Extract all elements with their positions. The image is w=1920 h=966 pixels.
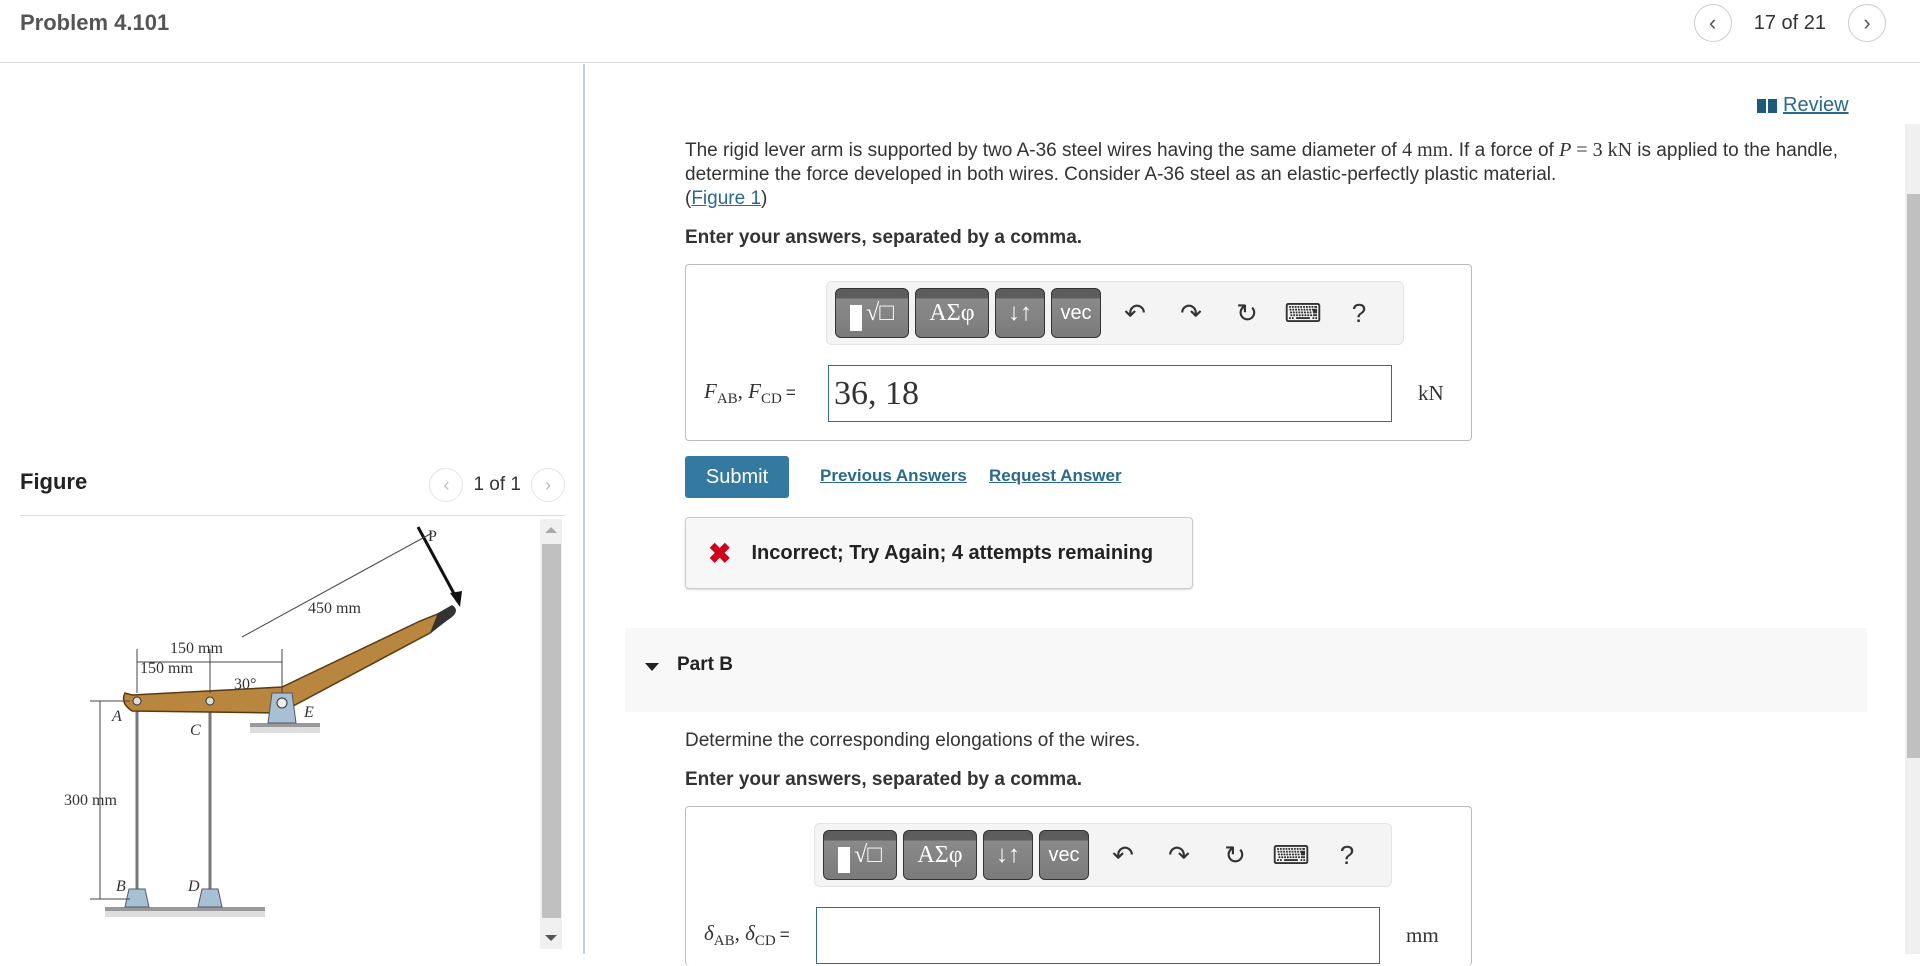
problem-title: Problem 4.101 — [20, 10, 170, 35]
review-label: Review — [1783, 94, 1849, 116]
redo-icon[interactable]: ↷ — [1163, 288, 1219, 338]
feedback-message: ✖ Incorrect; Try Again; 4 attempts remai… — [685, 517, 1193, 589]
problem-pager: ‹ 17 of 21 › — [1693, 4, 1886, 42]
label-150mm-top: 150 mm — [170, 640, 223, 657]
force-arrow-p — [416, 526, 460, 602]
label-150mm: 150 mm — [140, 660, 193, 677]
part-b-answer-box: √□ ΑΣφ ↓↑ vec ↶ ↷ ↻ ⌨ ? δAB, δCD = mm — [685, 806, 1472, 966]
figure-header: Figure ‹ 1 of 1 › — [20, 464, 565, 516]
templates-button[interactable]: √□ — [823, 830, 897, 880]
label-e: E — [303, 704, 314, 721]
label-450mm: 450 mm — [308, 600, 361, 617]
lever-arm-diagram: P 450 mm 150 mm 150 mm 30° A C E B D 300… — [64, 526, 462, 917]
previous-figure-button[interactable]: ‹ — [429, 468, 464, 502]
part-a-equation-label: FAB, FCD = — [704, 379, 796, 408]
force-variable: P — [1559, 139, 1572, 161]
chevron-right-icon: › — [545, 474, 551, 495]
redo-icon[interactable]: ↷ — [1151, 830, 1207, 880]
diameter-value: 4 mm — [1402, 139, 1449, 161]
vector-button[interactable]: vec — [1039, 830, 1089, 880]
templates-button[interactable]: √□ — [835, 288, 909, 338]
page-scrollbar[interactable] — [1905, 124, 1920, 954]
label-p: P — [428, 528, 437, 545]
label-c: C — [190, 722, 201, 739]
top-bar: Problem 4.101 ‹ 17 of 21 › — [0, 0, 1920, 63]
part-a-answer-box: √□ ΑΣφ ↓↑ vec ↶ ↷ ↻ ⌨ ? FAB, FCD = 36, 18… — [685, 264, 1472, 441]
support-d — [197, 888, 223, 908]
problem-statement: The rigid lever arm is supported by two … — [685, 139, 1839, 209]
book-icon — [1757, 98, 1777, 113]
scroll-down-arrow-icon[interactable] — [545, 935, 557, 941]
part-b-answer-input[interactable] — [816, 907, 1380, 964]
support-b — [124, 888, 150, 908]
ground-e — [250, 723, 320, 727]
scroll-up-arrow-icon[interactable] — [545, 527, 557, 533]
previous-answers-link[interactable]: Previous Answers — [820, 466, 967, 486]
subscript-superscript-button[interactable]: ↓↑ — [983, 830, 1033, 880]
label-30deg: 30° — [234, 676, 256, 693]
problem-pager-text: 17 of 21 — [1753, 11, 1826, 34]
force-value: = 3 kN — [1571, 139, 1633, 161]
request-answer-link[interactable]: Request Answer — [989, 466, 1122, 486]
part-b-instruction: Enter your answers, separated by a comma… — [685, 769, 1083, 790]
undo-icon[interactable]: ↶ — [1107, 288, 1163, 338]
reset-icon[interactable]: ↻ — [1219, 288, 1275, 338]
part-b-question: Determine the corresponding elongations … — [685, 730, 1141, 751]
figure-image: P 450 mm 150 mm 150 mm 30° A C E B D 300… — [20, 517, 540, 954]
help-icon[interactable]: ? — [1331, 288, 1387, 338]
label-b: B — [116, 878, 126, 895]
chevron-left-icon: ‹ — [443, 474, 450, 495]
figure-title: Figure — [20, 469, 88, 494]
templates-radical-icon — [850, 305, 863, 331]
label-a: A — [111, 708, 122, 725]
greek-symbols-button[interactable]: ΑΣφ — [903, 830, 977, 880]
part-b-unit: mm — [1406, 923, 1439, 947]
figure-pager-text: 1 of 1 — [473, 474, 521, 495]
keyboard-icon[interactable]: ⌨ — [1263, 830, 1319, 880]
part-a-answer-input[interactable]: 36, 18 — [828, 365, 1392, 422]
figure-scrollbar[interactable] — [540, 519, 562, 949]
caret-down-icon[interactable] — [645, 663, 659, 671]
page-scroll-thumb[interactable] — [1907, 194, 1920, 758]
figure-1-link[interactable]: Figure 1 — [691, 188, 761, 209]
incorrect-x-icon: ✖ — [708, 537, 732, 569]
greek-symbols-button[interactable]: ΑΣφ — [915, 288, 989, 338]
label-d: D — [187, 878, 200, 895]
question-pane: Review The rigid lever arm is supported … — [587, 64, 1920, 966]
part-b-equation-label: δAB, δCD = — [704, 921, 790, 950]
submit-button[interactable]: Submit — [685, 456, 789, 498]
templates-radical-icon — [838, 847, 851, 873]
review-link[interactable]: Review — [1757, 94, 1849, 117]
reset-icon[interactable]: ↻ — [1207, 830, 1263, 880]
subscript-superscript-button[interactable]: ↓↑ — [995, 288, 1045, 338]
ground-bd — [105, 907, 265, 911]
figure-pager: ‹ 1 of 1 › — [429, 468, 565, 502]
part-a-unit: kN — [1418, 381, 1444, 405]
previous-problem-button[interactable]: ‹ — [1693, 4, 1732, 42]
chevron-left-icon: ‹ — [1709, 10, 1717, 35]
chevron-right-icon: › — [1863, 10, 1871, 35]
vector-button[interactable]: vec — [1051, 288, 1101, 338]
part-b-title: Part B — [677, 654, 733, 675]
keyboard-icon[interactable]: ⌨ — [1275, 288, 1331, 338]
feedback-text: Incorrect; Try Again; 4 attempts remaini… — [751, 541, 1154, 564]
undo-icon[interactable]: ↶ — [1095, 830, 1151, 880]
help-icon[interactable]: ? — [1319, 830, 1375, 880]
part-b-math-toolbar: √□ ΑΣφ ↓↑ vec ↶ ↷ ↻ ⌨ ? — [814, 823, 1392, 887]
figure-scroll-thumb[interactable] — [542, 544, 561, 918]
label-300mm: 300 mm — [64, 792, 117, 809]
figure-pane: Figure ‹ 1 of 1 › P 450 mm 150 mm 150 mm… — [0, 64, 585, 954]
part-a-instruction: Enter your answers, separated by a comma… — [685, 227, 1083, 248]
next-figure-button[interactable]: › — [531, 468, 565, 502]
part-b-header[interactable]: Part B — [625, 628, 1867, 712]
next-problem-button[interactable]: › — [1848, 4, 1886, 42]
part-a-math-toolbar: √□ ΑΣφ ↓↑ vec ↶ ↷ ↻ ⌨ ? — [826, 281, 1404, 345]
